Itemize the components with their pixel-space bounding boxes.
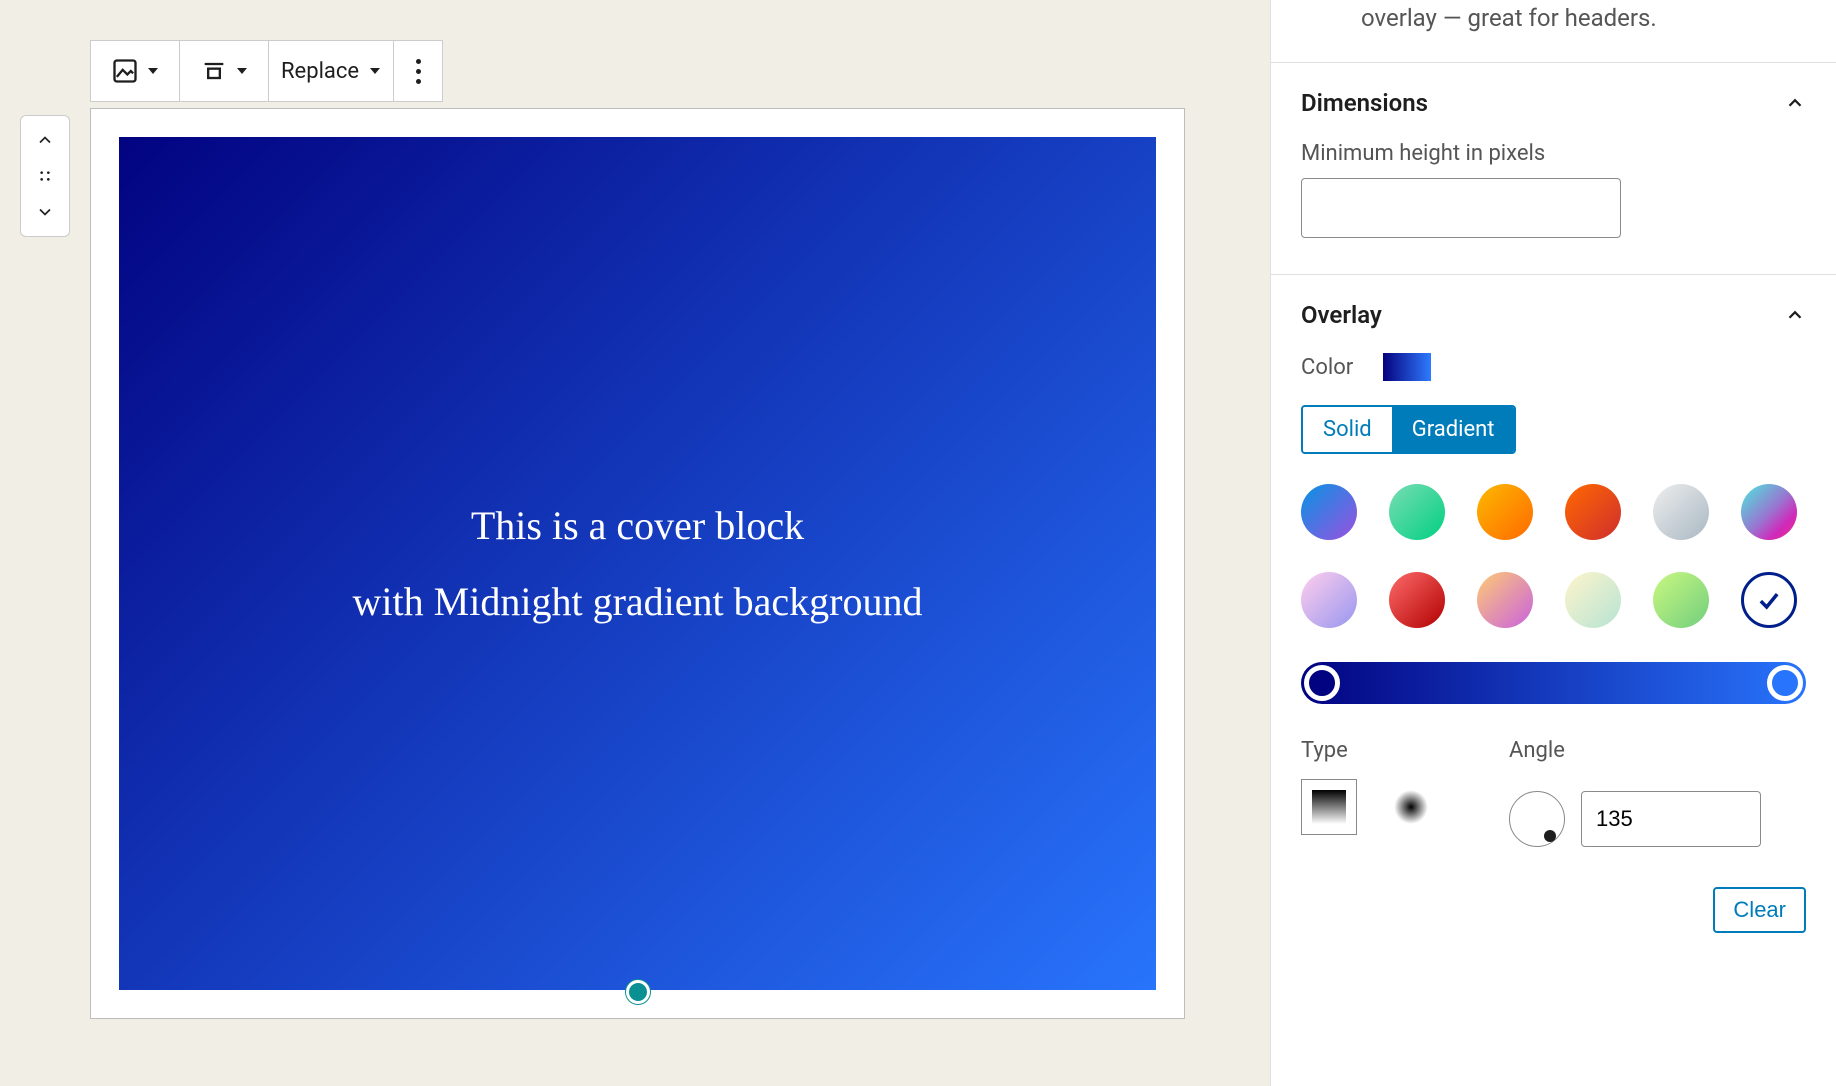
- min-height-label: Minimum height in pixels: [1301, 141, 1806, 166]
- drag-handle[interactable]: [27, 158, 63, 194]
- chevron-up-icon: [1784, 92, 1806, 114]
- dot-icon: [416, 59, 421, 64]
- gradient-preset-cool-to-warm-spectrum[interactable]: [1741, 484, 1797, 540]
- move-up-button[interactable]: [27, 122, 63, 158]
- overlay-panel-toggle[interactable]: Overlay: [1301, 301, 1806, 329]
- cover-background: This is a cover block with Midnight grad…: [119, 137, 1156, 990]
- chevron-down-icon: [147, 65, 159, 77]
- more-options-button[interactable]: [406, 41, 430, 101]
- gradient-type-linear[interactable]: [1301, 779, 1357, 835]
- gradient-presets: [1301, 484, 1806, 628]
- type-label: Type: [1301, 738, 1439, 763]
- current-color-swatch[interactable]: [1383, 353, 1431, 381]
- gradient-preset-vivid-cyan-blue-to-vivid-purple[interactable]: [1301, 484, 1357, 540]
- chevron-down-icon: [369, 65, 381, 77]
- overlay-panel: Overlay Color Solid Gradient Type: [1271, 274, 1836, 969]
- block-description: overlay — great for headers.: [1271, 0, 1836, 62]
- dimensions-panel: Dimensions Minimum height in pixels: [1271, 62, 1836, 274]
- gradient-preset-very-light-gray-to-cyan-bluish-gray[interactable]: [1653, 484, 1709, 540]
- gradient-preset-blush-light-purple[interactable]: [1301, 572, 1357, 628]
- cover-text-line: with Midnight gradient background: [353, 564, 923, 640]
- block-mover: [20, 115, 70, 237]
- cover-text-line: This is a cover block: [353, 488, 923, 564]
- angle-marker-icon: [1544, 830, 1556, 842]
- gradient-preset-custom[interactable]: [1741, 572, 1797, 628]
- gradient-stop-start[interactable]: [1304, 665, 1340, 701]
- chevron-up-icon: [1784, 304, 1806, 326]
- clear-button[interactable]: Clear: [1713, 887, 1806, 933]
- gradient-preset-electric-grass[interactable]: [1653, 572, 1709, 628]
- gradient-preset-luminous-vivid-orange-to-vivid-red[interactable]: [1565, 484, 1621, 540]
- align-icon: [200, 57, 228, 85]
- angle-dial[interactable]: [1509, 791, 1565, 847]
- angle-input[interactable]: [1581, 791, 1761, 847]
- dot-icon: [416, 79, 421, 84]
- resize-handle[interactable]: [626, 980, 650, 1004]
- color-mode-tabs: Solid Gradient: [1301, 405, 1516, 454]
- gradient-preset-pale-ocean[interactable]: [1565, 572, 1621, 628]
- gradient-type-radial[interactable]: [1383, 779, 1439, 835]
- color-label: Color: [1301, 355, 1353, 380]
- cover-text[interactable]: This is a cover block with Midnight grad…: [353, 488, 923, 640]
- min-height-input[interactable]: [1301, 178, 1621, 238]
- gradient-preset-blush-bordeaux[interactable]: [1389, 572, 1445, 628]
- panel-title: Overlay: [1301, 301, 1382, 329]
- angle-label: Angle: [1509, 738, 1761, 763]
- gradient-stop-end[interactable]: [1767, 665, 1803, 701]
- replace-button[interactable]: Replace: [281, 59, 381, 84]
- dot-icon: [416, 69, 421, 74]
- check-icon: [1755, 586, 1783, 614]
- chevron-up-icon: [35, 130, 55, 150]
- dimensions-panel-toggle[interactable]: Dimensions: [1301, 89, 1806, 117]
- gradient-preset-luminous-dusk[interactable]: [1477, 572, 1533, 628]
- tab-gradient[interactable]: Gradient: [1392, 407, 1515, 452]
- tab-solid[interactable]: Solid: [1303, 407, 1392, 452]
- radial-icon: [1394, 790, 1428, 824]
- cover-block[interactable]: This is a cover block with Midnight grad…: [90, 108, 1185, 1019]
- gradient-preset-luminous-vivid-amber-to-orange[interactable]: [1477, 484, 1533, 540]
- panel-title: Dimensions: [1301, 89, 1428, 117]
- move-down-button[interactable]: [27, 194, 63, 230]
- gradient-preset-light-green-cyan-to-vivid-green-cyan[interactable]: [1389, 484, 1445, 540]
- chevron-down-icon: [35, 202, 55, 222]
- drag-icon: [35, 166, 55, 186]
- gradient-bar[interactable]: [1301, 662, 1806, 704]
- block-type-button[interactable]: [103, 41, 167, 101]
- replace-button-label: Replace: [281, 59, 359, 84]
- chevron-down-icon: [236, 65, 248, 77]
- block-toolbar: Replace: [90, 40, 443, 102]
- align-button[interactable]: [192, 41, 256, 101]
- linear-icon: [1312, 790, 1346, 824]
- settings-sidebar: overlay — great for headers. Dimensions …: [1270, 0, 1836, 1086]
- cover-block-icon: [111, 57, 139, 85]
